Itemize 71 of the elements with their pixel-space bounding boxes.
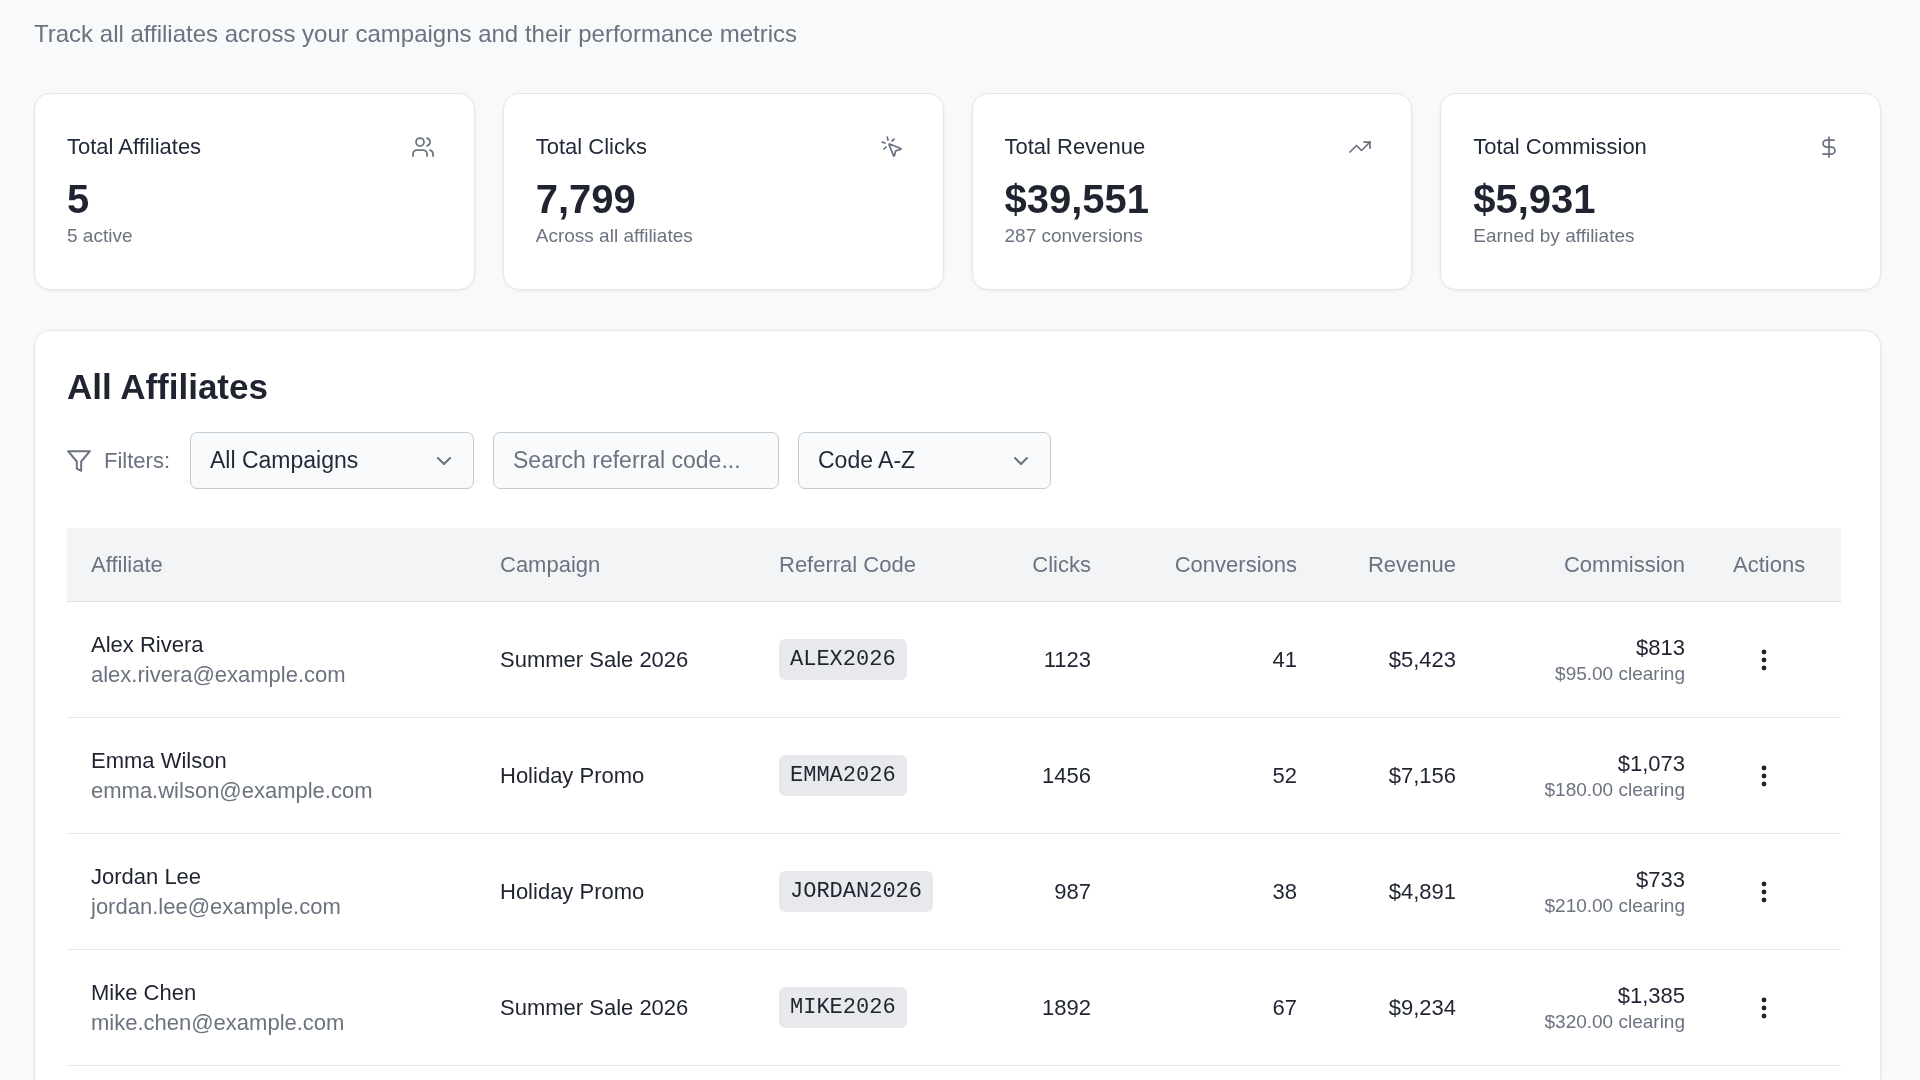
referral-code: ALEX2026 [779, 639, 907, 680]
stat-label: Total Revenue [1004, 133, 1146, 161]
filters-label: Filters: [104, 447, 170, 474]
affiliate-name: Mike Chen [91, 978, 197, 1007]
column-header: Campaign [500, 551, 601, 578]
sort-select[interactable]: Code A-Z [798, 432, 1051, 489]
affiliate-email: mike.chen@example.com [91, 1008, 345, 1037]
conversion-count: 52 [1272, 761, 1297, 790]
click-count: 987 [1054, 877, 1091, 906]
revenue-amount: $5,423 [1388, 645, 1456, 674]
conversion-count: 41 [1272, 645, 1297, 674]
commission-amount: $733 [1636, 865, 1685, 894]
column-header: Affiliate [91, 551, 163, 578]
referral-code: MIKE2026 [779, 987, 907, 1028]
column-header: Commission [1563, 551, 1685, 578]
chevron-down-icon [437, 456, 451, 465]
column-header: Conversions [1174, 551, 1297, 578]
stat-label: Total Affiliates [67, 133, 202, 161]
clearing-amount: $180.00 clearing [1544, 777, 1685, 802]
stat-value: 5 [67, 176, 91, 222]
click-count: 1456 [1042, 761, 1091, 790]
vertical-ellipsis-icon [1761, 996, 1767, 1019]
referral-code: JORDAN2026 [779, 871, 934, 912]
conversion-count: 38 [1272, 877, 1297, 906]
affiliate-name: Alex Rivera [91, 630, 204, 659]
clearing-amount: $320.00 clearing [1544, 1009, 1685, 1034]
commission-amount: $813 [1636, 633, 1685, 662]
click-count: 1892 [1042, 993, 1091, 1022]
column-header: Referral Code [779, 551, 916, 578]
column-header: Revenue [1367, 551, 1456, 578]
chevron-down-icon [1014, 456, 1028, 465]
stat-note: Across all affiliates [535, 224, 694, 248]
stat-value: $5,931 [1473, 176, 1597, 222]
campaign-name: Holiday Promo [500, 761, 645, 790]
click-count: 1123 [1043, 645, 1091, 674]
users-icon [410, 135, 435, 159]
stat-value: 7,799 [535, 176, 637, 222]
vertical-ellipsis-icon [1761, 764, 1767, 787]
campaign-select[interactable]: All Campaigns [190, 432, 474, 489]
column-header: Actions [1733, 551, 1806, 578]
revenue-amount: $7,156 [1388, 761, 1456, 790]
referral-code: EMMA2026 [779, 755, 907, 796]
commission-amount: $1,073 [1617, 749, 1685, 778]
column-header: Clicks [1032, 551, 1091, 578]
stat-note: 287 conversions [1004, 224, 1144, 248]
vertical-ellipsis-icon [1761, 648, 1767, 671]
clearing-amount: $95.00 clearing [1555, 661, 1685, 686]
affiliate-name: Emma Wilson [91, 746, 227, 775]
campaign-name: Holiday Promo [500, 877, 645, 906]
affiliate-name: Jordan Lee [91, 862, 202, 891]
revenue-amount: $9,234 [1388, 993, 1456, 1022]
affiliate-email: alex.rivera@example.com [91, 660, 346, 689]
commission-amount: $1,385 [1617, 981, 1685, 1010]
affiliate-email: jordan.lee@example.com [91, 892, 341, 921]
stat-label: Total Clicks [535, 133, 647, 161]
clearing-amount: $210.00 clearing [1544, 893, 1685, 918]
stat-value: $39,551 [1004, 176, 1151, 222]
affiliate-email: emma.wilson@example.com [91, 776, 373, 805]
search-field[interactable]: Search referral code... [493, 432, 779, 489]
revenue-amount: $4,891 [1388, 877, 1456, 906]
stat-label: Total Commission [1473, 133, 1647, 161]
vertical-ellipsis-icon [1761, 880, 1767, 903]
panel-title: All Affiliates [67, 366, 269, 408]
campaign-name: Summer Sale 2026 [500, 645, 689, 674]
stat-note: 5 active [67, 224, 134, 248]
conversion-count: 67 [1272, 993, 1297, 1022]
stat-note: Earned by affiliates [1473, 224, 1636, 248]
campaign-name: Summer Sale 2026 [500, 993, 689, 1022]
page-subtitle: Track all affiliates across your campaigns and their performance metrics [34, 19, 798, 49]
filter-icon [67, 449, 91, 472]
cursor-click-icon [879, 135, 904, 159]
